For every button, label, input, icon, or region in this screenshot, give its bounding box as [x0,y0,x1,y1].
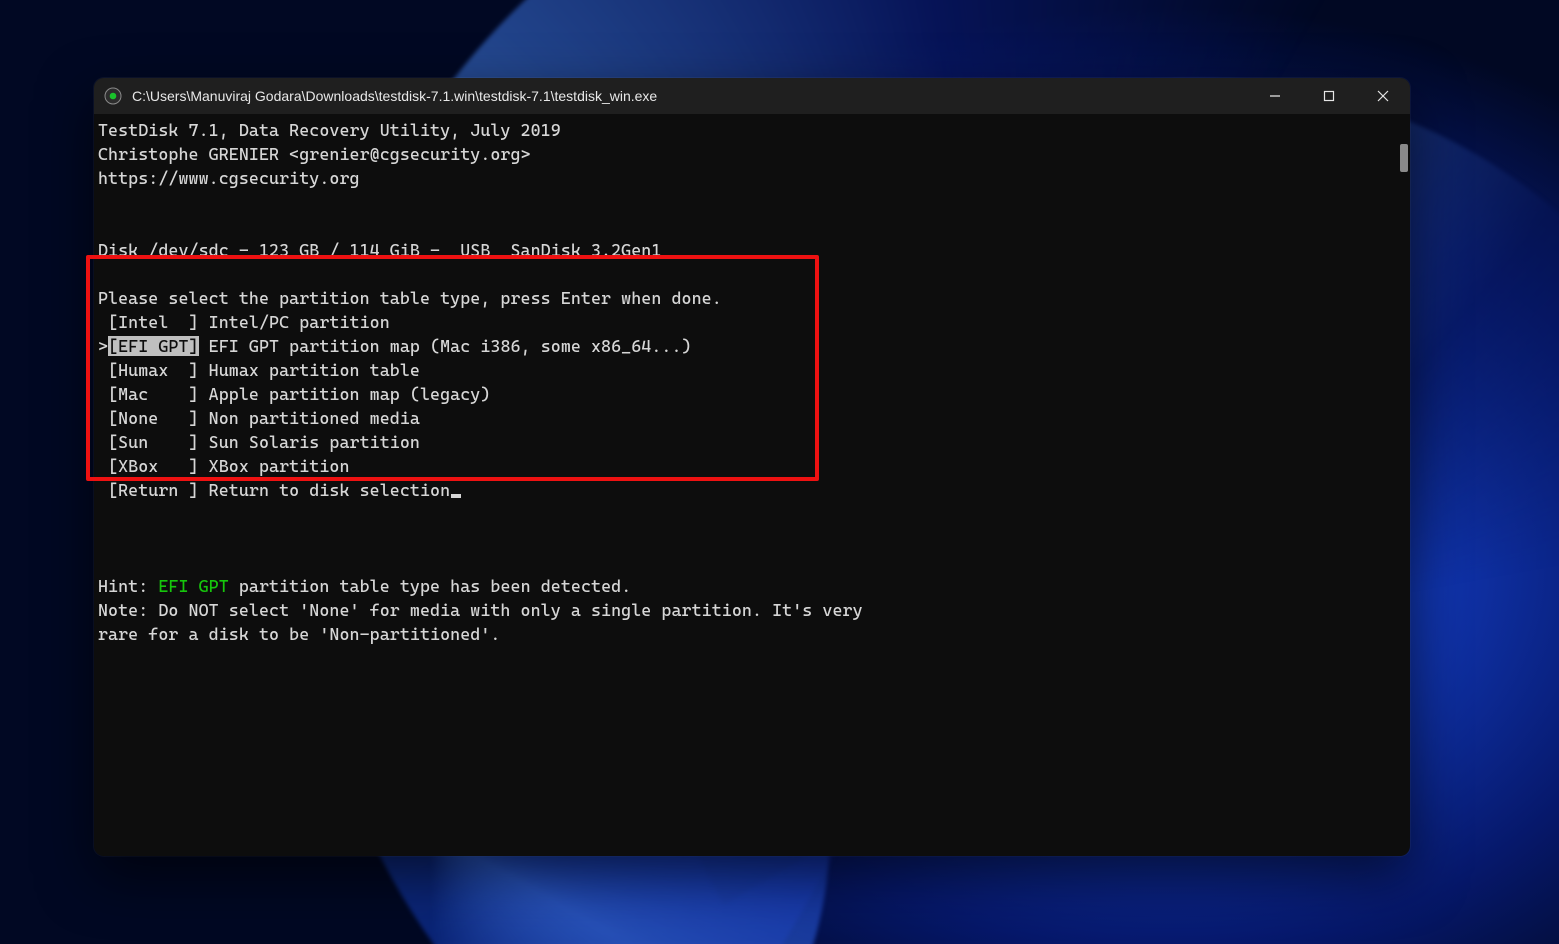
blank-line [94,550,1410,574]
option-none[interactable]: [None ] Non partitioned media [94,406,1410,430]
terminal-window: C:\Users\Manuviraj Godara\Downloads\test… [94,78,1410,856]
cursor [451,494,461,498]
option-intel[interactable]: [Intel ] Intel/PC partition [94,310,1410,334]
partition-options[interactable]: [Intel ] Intel/PC partition>[EFI GPT] EF… [94,310,1410,502]
option-efi-gpt[interactable]: >[EFI GPT] EFI GPT partition map (Mac i3… [94,334,1410,358]
window-buttons [1248,78,1410,114]
blank-line [94,502,1410,526]
header-line: TestDisk 7.1, Data Recovery Utility, Jul… [94,118,1410,142]
maximize-button[interactable] [1302,78,1356,114]
note-line: Note: Do NOT select 'None' for media wit… [94,598,1410,622]
minimize-button[interactable] [1248,78,1302,114]
header-line: https://www.cgsecurity.org [94,166,1410,190]
terminal-body[interactable]: TestDisk 7.1, Data Recovery Utility, Jul… [94,114,1410,856]
scrollbar-thumb[interactable] [1400,144,1408,172]
desktop: C:\Users\Manuviraj Godara\Downloads\test… [0,0,1559,944]
blank-line [94,214,1410,238]
titlebar[interactable]: C:\Users\Manuviraj Godara\Downloads\test… [94,78,1410,114]
disk-info: Disk /dev/sdc - 123 GB / 114 GiB - USB S… [94,238,1410,262]
prompt: Please select the partition table type, … [94,286,1410,310]
option-xbox[interactable]: [XBox ] XBox partition [94,454,1410,478]
blank-line [94,262,1410,286]
hint-line: Hint: EFI GPT partition table type has b… [94,574,1410,598]
header-line: Christophe GRENIER <grenier@cgsecurity.o… [94,142,1410,166]
app-icon [104,87,122,105]
option-humax[interactable]: [Humax ] Humax partition table [94,358,1410,382]
blank-line [94,526,1410,550]
detected-type: EFI GPT [158,576,228,596]
blank-line [94,190,1410,214]
option-mac[interactable]: [Mac ] Apple partition map (legacy) [94,382,1410,406]
option-return[interactable]: [Return ] Return to disk selection [94,478,1410,502]
close-button[interactable] [1356,78,1410,114]
option-sun[interactable]: [Sun ] Sun Solaris partition [94,430,1410,454]
note-line: rare for a disk to be 'Non-partitioned'. [94,622,1410,646]
window-title: C:\Users\Manuviraj Godara\Downloads\test… [132,88,657,104]
